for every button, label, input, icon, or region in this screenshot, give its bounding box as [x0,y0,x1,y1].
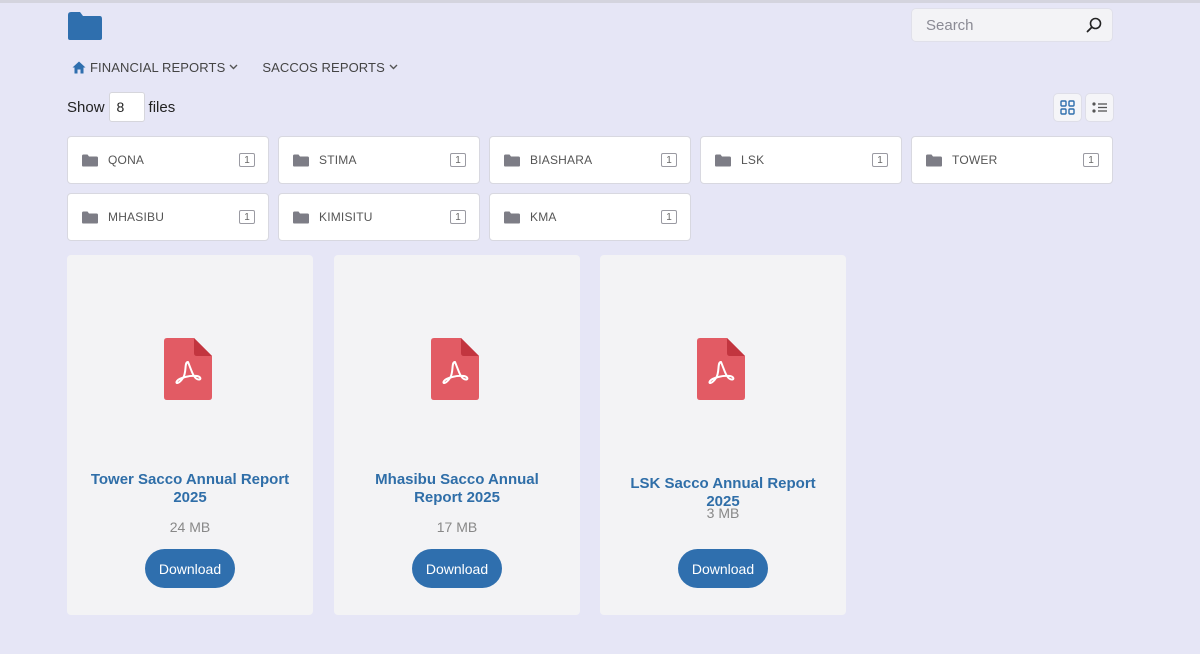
file-card-lsk-report: LSK Sacco Annual Report 2025 3 MB Downlo… [600,255,846,615]
folder-count-badge: 1 [872,153,888,167]
folder-name: TOWER [952,153,998,167]
file-size: 17 MB [436,519,478,535]
list-icon [1091,101,1107,113]
folder-mhasibu[interactable]: MHASIBU 1 [67,193,269,241]
folder-name: LSK [741,153,765,167]
folder-count-badge: 1 [239,210,255,224]
breadcrumb: FINANCIAL REPORTS SACCOS REPORTS [72,58,398,76]
folder-icon [504,154,520,167]
folder-icon [293,154,309,167]
home-icon [72,61,86,73]
files-per-page-input[interactable] [108,92,145,122]
chevron-down-icon [389,64,398,70]
folder-count-badge: 1 [661,153,677,167]
folder-kma[interactable]: KMA 1 [489,193,691,241]
folder-stima[interactable]: STIMA 1 [278,136,480,184]
folder-icon [293,211,309,224]
search-box [912,9,1112,41]
folder-biashara[interactable]: BIASHARA 1 [489,136,691,184]
list-view-button[interactable] [1086,94,1113,121]
breadcrumb-financial-reports[interactable]: FINANCIAL REPORTS [72,60,238,75]
folder-name: STIMA [319,153,357,167]
folder-count-badge: 1 [239,153,255,167]
file-title-link[interactable]: Mhasibu Sacco Annual Report 2025 [354,471,560,507]
folder-kimisitu[interactable]: KIMISITU 1 [278,193,480,241]
file-card-mhasibu-report: Mhasibu Sacco Annual Report 2025 17 MB D… [334,255,580,615]
files-label: files [148,98,176,116]
folder-name: KIMISITU [319,210,373,224]
download-button[interactable]: Download [412,549,502,588]
download-button[interactable]: Download [678,549,768,588]
folder-qona[interactable]: QONA 1 [67,136,269,184]
folder-count-badge: 1 [1083,153,1099,167]
folder-icon [504,211,520,224]
grid-view-button[interactable] [1054,94,1081,121]
folder-lsk[interactable]: LSK 1 [700,136,902,184]
chevron-down-icon [229,64,238,70]
folder-name: BIASHARA [530,153,593,167]
search-icon[interactable] [1086,17,1102,33]
search-input[interactable] [912,9,1080,41]
file-size: 3 MB [706,505,740,521]
folder-icon [82,211,98,224]
grid-icon [1060,100,1075,115]
root-folder-icon[interactable] [67,11,103,41]
folder-icon [926,154,942,167]
folder-name: MHASIBU [108,210,165,224]
folder-count-badge: 1 [661,210,677,224]
folder-icon [715,154,731,167]
show-label: Show [67,98,105,116]
folder-name: QONA [108,153,145,167]
folder-count-badge: 1 [450,210,466,224]
pdf-icon[interactable] [697,338,745,400]
download-button[interactable]: Download [145,549,235,588]
folder-count-badge: 1 [450,153,466,167]
folder-name: KMA [530,210,557,224]
breadcrumb-saccos-reports[interactable]: SACCOS REPORTS [262,60,398,75]
breadcrumb-label: SACCOS REPORTS [262,59,385,75]
file-title-link[interactable]: Tower Sacco Annual Report 2025 [87,471,293,507]
pdf-icon[interactable] [431,338,479,400]
file-size: 24 MB [169,519,211,535]
top-border [0,0,1200,3]
show-files-control: Show files [67,92,175,122]
folder-icon [82,154,98,167]
pdf-icon[interactable] [164,338,212,400]
breadcrumb-label: FINANCIAL REPORTS [90,59,226,75]
file-card-tower-report: Tower Sacco Annual Report 2025 24 MB Dow… [67,255,313,615]
folder-tower[interactable]: TOWER 1 [911,136,1113,184]
